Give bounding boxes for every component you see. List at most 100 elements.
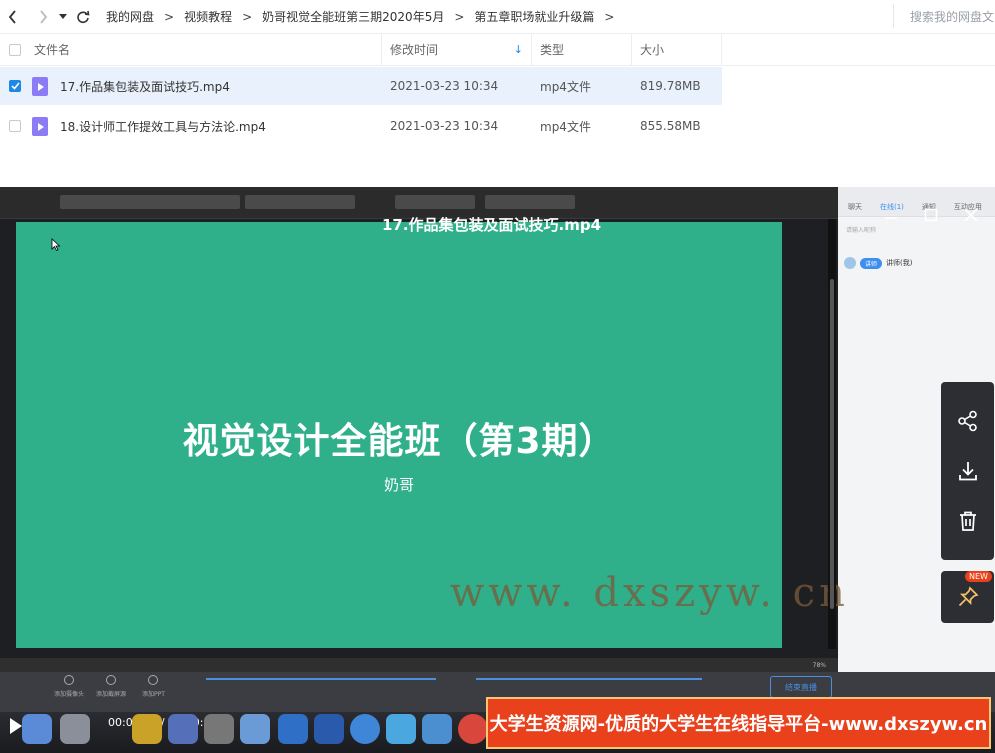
row-checkbox-cell[interactable]	[0, 107, 30, 145]
share-icon	[957, 410, 977, 432]
row-checkbox[interactable]	[9, 120, 21, 132]
recorded-scrollbar-thumb	[830, 279, 834, 609]
video-file-icon	[32, 116, 48, 136]
avatar	[844, 257, 856, 269]
recorded-toolbar-group	[245, 195, 355, 209]
pin-icon	[958, 586, 979, 607]
live-tool-label: 添加PPT	[142, 691, 165, 698]
file-modified: 2021-03-23 10:34	[390, 79, 499, 93]
new-badge: NEW	[965, 571, 992, 582]
breadcrumb-chapter[interactable]: 第五章职场就业升级篇	[474, 8, 594, 25]
chat-user-entry: 讲师 讲师(我)	[838, 247, 995, 279]
dock-safari-icon	[350, 714, 380, 744]
live-tool-label: 添加截屏源	[96, 691, 127, 698]
dock-app-icon	[204, 714, 234, 744]
maximize-icon	[924, 208, 938, 222]
end-live-button: 结束直播	[770, 676, 832, 698]
dock-app-icon	[386, 714, 416, 744]
trash-icon	[959, 511, 976, 531]
column-header-size[interactable]: 大小	[632, 34, 722, 65]
add-screen-tool: 添加截屏源	[96, 675, 126, 698]
chevron-right-icon	[40, 9, 48, 24]
audio-level-line	[206, 678, 436, 680]
maximize-button[interactable]	[924, 207, 938, 226]
dock-app-icon	[422, 714, 452, 744]
breadcrumb-separator: >	[604, 9, 615, 24]
dock-app-icon	[240, 714, 270, 744]
dock-chrome-icon	[458, 714, 488, 744]
chevron-left-icon	[8, 9, 16, 24]
breadcrumb-separator: >	[454, 9, 465, 24]
video-file-icon	[32, 76, 48, 96]
screen-icon	[106, 675, 116, 685]
breadcrumb-separator: >	[242, 9, 253, 24]
minimize-icon	[885, 217, 897, 219]
table-row[interactable]: 18.设计师工作提效工具与方法论.mp4 2021-03-23 10:34 mp…	[0, 107, 722, 145]
close-icon	[964, 208, 978, 222]
dock-finder-icon	[22, 714, 52, 744]
download-icon	[958, 462, 977, 481]
audio-level-line	[476, 678, 702, 680]
refresh-icon	[77, 10, 90, 23]
mouse-cursor-icon	[51, 238, 61, 252]
playback-time: 00:00:00 / 02:20:58	[108, 716, 218, 729]
column-header-name[interactable]: 文件名	[30, 34, 382, 65]
row-checkbox[interactable]	[9, 80, 21, 92]
file-size: 819.78MB	[640, 79, 701, 93]
select-all-checkbox-cell[interactable]	[0, 34, 30, 65]
table-header: 文件名 修改时间 ↓ 类型 大小	[0, 34, 995, 66]
breadcrumb: 我的网盘 > 视频教程 > 奶哥视觉全能班第三期2020年5月 > 第五章职场就…	[106, 8, 624, 25]
download-button[interactable]	[955, 458, 981, 484]
delete-button[interactable]	[955, 508, 981, 534]
back-button[interactable]	[0, 2, 26, 32]
column-header-modified[interactable]: 修改时间 ↓	[382, 34, 532, 65]
select-all-checkbox[interactable]	[9, 43, 21, 56]
file-type: mp4文件	[540, 119, 591, 134]
video-player[interactable]: 聊天 在线(1) 通知 互动应用 请输入昵称 讲师 讲师(我) 视觉设计全能班（…	[0, 187, 995, 753]
slide-title: 视觉设计全能班（第3期）	[182, 421, 616, 462]
caret-down-icon	[59, 13, 67, 19]
file-name-cell[interactable]: 17.作品集包装及面试技巧.mp4	[30, 67, 382, 105]
add-ppt-tool: 添加PPT	[142, 675, 165, 698]
breadcrumb-course[interactable]: 奶哥视觉全能班第三期2020年5月	[262, 8, 444, 25]
file-size: 855.58MB	[640, 119, 701, 133]
role-badge: 讲师	[860, 257, 883, 269]
camera-icon	[64, 675, 74, 685]
share-button[interactable]	[955, 408, 981, 434]
dock-app-icon	[278, 714, 308, 744]
file-name[interactable]: 17.作品集包装及面试技巧.mp4	[60, 78, 230, 95]
checkmark-icon	[10, 82, 20, 90]
breadcrumb-separator: >	[164, 9, 175, 24]
slide-subtitle: 奶哥	[383, 476, 414, 494]
close-button[interactable]	[964, 207, 978, 226]
breadcrumb-video-tutorials[interactable]: 视频教程	[184, 8, 232, 25]
live-tool-label: 添加摄像头	[54, 691, 85, 698]
history-dropdown[interactable]	[56, 2, 70, 32]
recorded-status-bar: 78%	[0, 658, 838, 672]
chat-tab-label: 聊天	[848, 203, 862, 211]
file-type: mp4文件	[540, 79, 591, 94]
refresh-button[interactable]	[70, 2, 96, 32]
file-name[interactable]: 18.设计师工作提效工具与方法论.mp4	[60, 118, 266, 135]
row-checkbox-cell[interactable]	[0, 67, 30, 105]
recorded-scrollbar	[828, 219, 836, 649]
player-action-panel	[941, 382, 994, 560]
watermark-text: www. dxszyw. cn	[450, 570, 849, 616]
promo-banner-text: 大学生资源网-优质的大学生在线指导平台-www.dxszyw.cn	[489, 714, 988, 735]
dock-app-icon	[168, 714, 198, 744]
file-modified: 2021-03-23 10:34	[390, 119, 499, 133]
promo-banner: 大学生资源网-优质的大学生在线指导平台-www.dxszyw.cn	[486, 697, 991, 749]
minimize-button[interactable]	[884, 207, 898, 226]
sort-down-icon: ↓	[513, 43, 523, 56]
file-name-cell[interactable]: 18.设计师工作提效工具与方法论.mp4	[30, 107, 382, 145]
chat-username: 讲师(我)	[886, 259, 913, 267]
forward-button[interactable]	[30, 2, 56, 32]
recorded-toolbar-group	[60, 195, 240, 209]
search-input[interactable]: 搜索我的网盘文	[893, 4, 995, 28]
add-camera-tool: 添加摄像头	[54, 675, 84, 698]
recorded-toolbar-group	[395, 195, 475, 209]
column-header-type[interactable]: 类型	[532, 34, 632, 65]
table-row[interactable]: 17.作品集包装及面试技巧.mp4 2021-03-23 10:34 mp4文件…	[0, 67, 722, 105]
ppt-icon	[148, 675, 159, 685]
breadcrumb-my-drive[interactable]: 我的网盘	[106, 8, 154, 25]
